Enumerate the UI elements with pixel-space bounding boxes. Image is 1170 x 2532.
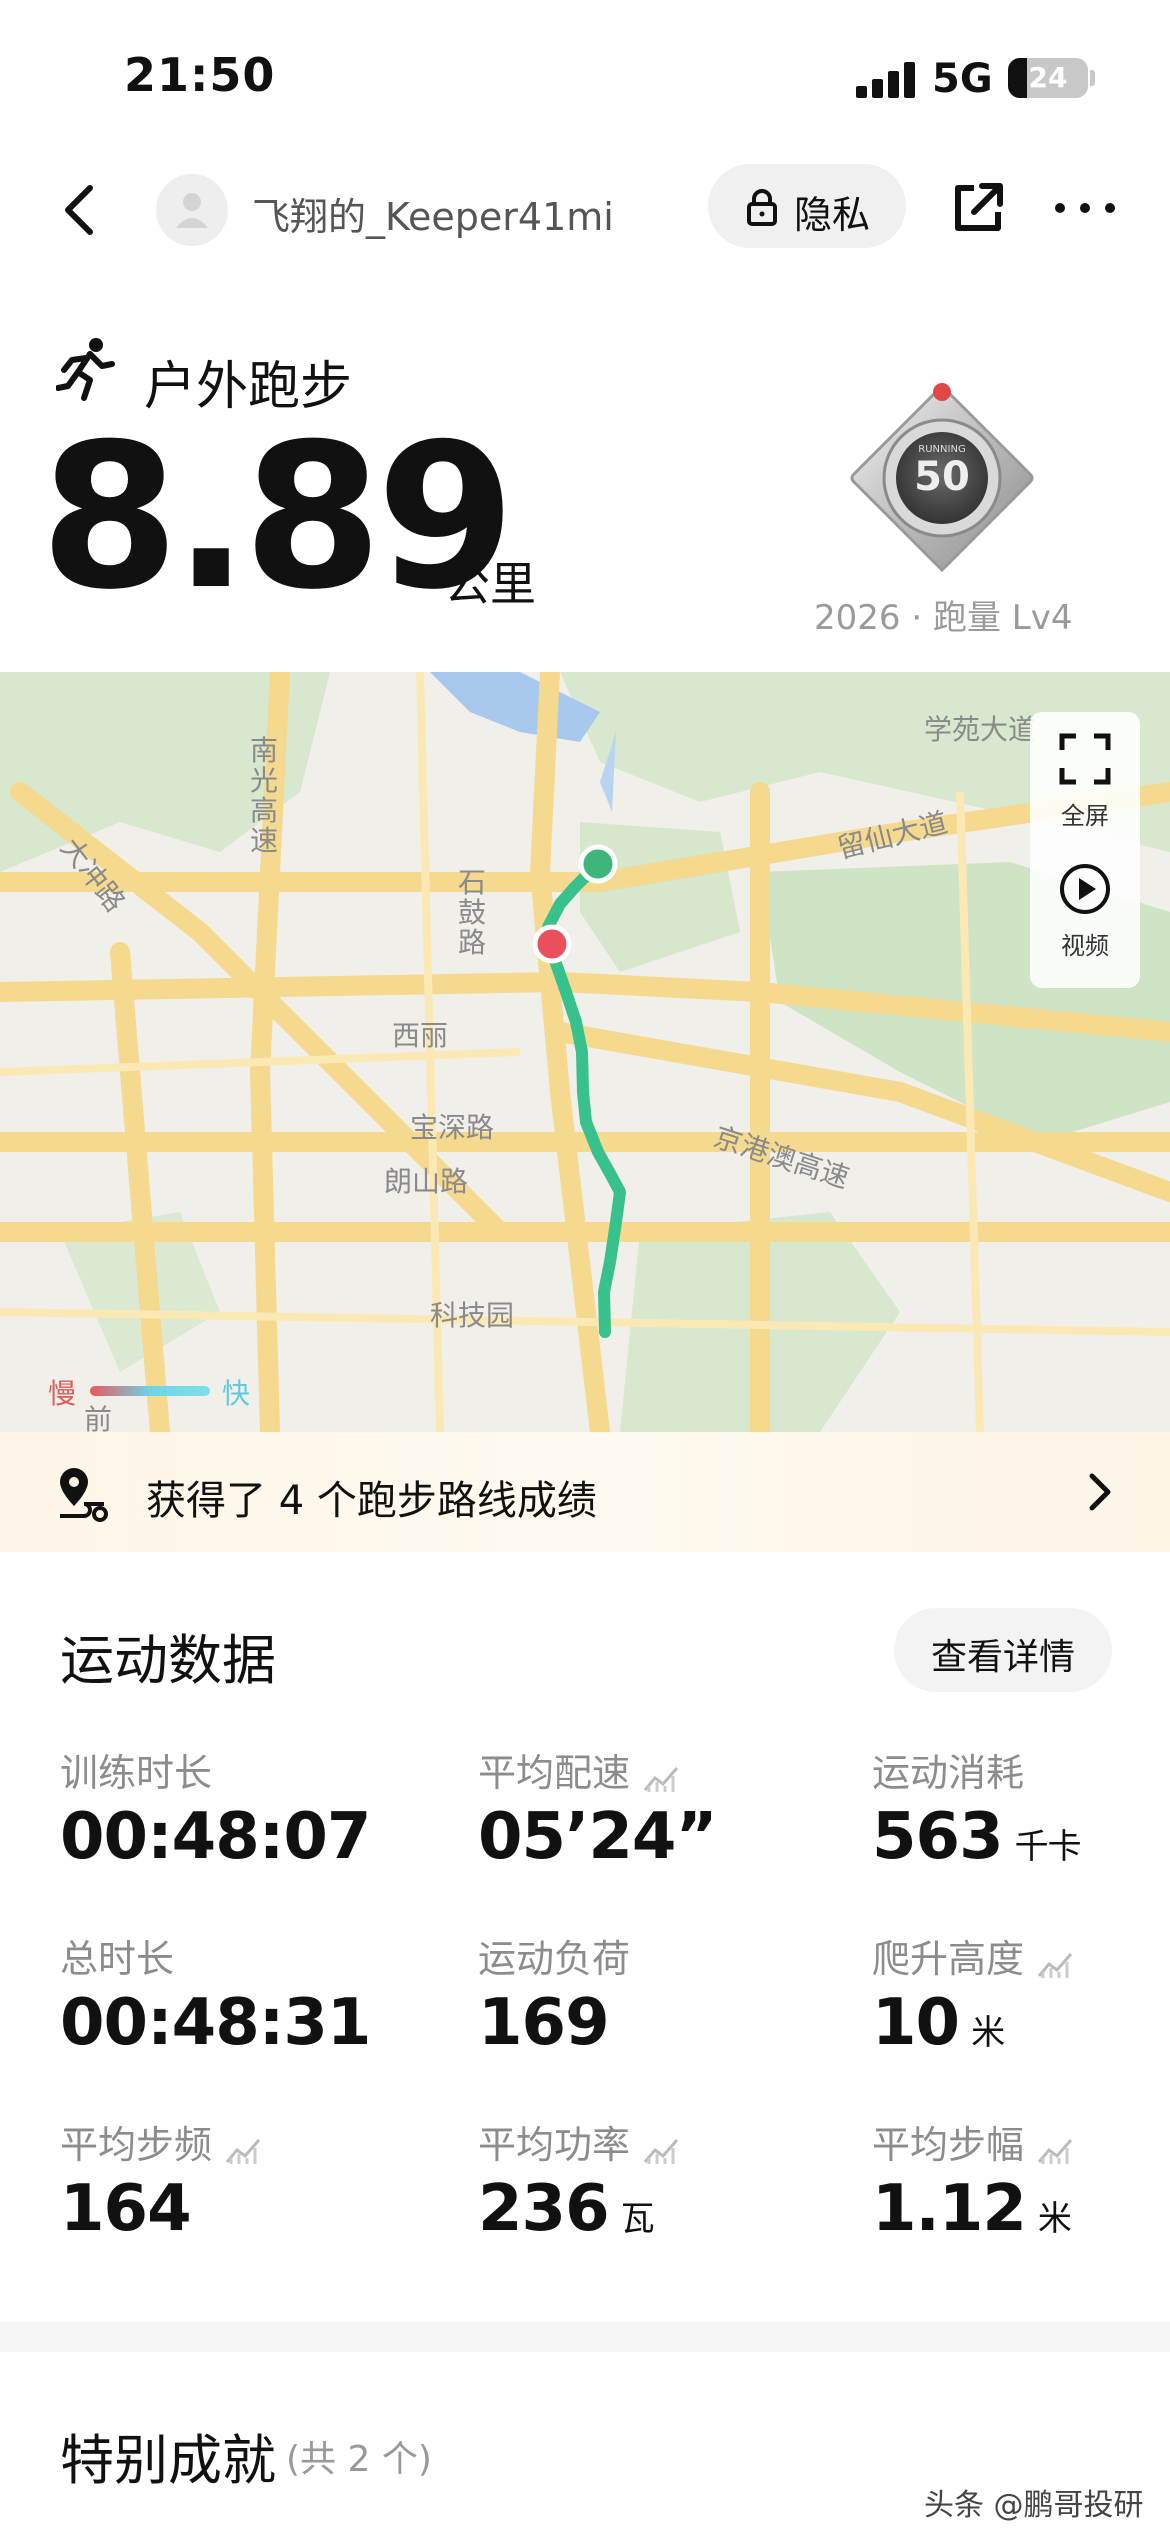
metric-training-time[interactable]: 训练时长 00:48:07	[60, 1742, 440, 1892]
running-icon	[56, 338, 115, 401]
battery-icon: 24	[1008, 58, 1088, 98]
start-marker	[578, 844, 618, 884]
map-label: 石鼓路	[458, 866, 487, 959]
metric-label: 训练时长	[60, 1751, 213, 1795]
metric-label: 爬升高度	[872, 1937, 1025, 1981]
network-type: 5G	[932, 56, 993, 102]
metric-avg-power[interactable]: 平均功率 236 瓦	[478, 2114, 858, 2264]
metric-value: 1.12 米	[872, 2172, 1072, 2246]
special-achievements-count: (共 2 个)	[286, 2439, 432, 2480]
avatar[interactable]	[156, 174, 228, 246]
sport-data-title: 运动数据	[60, 1629, 276, 1692]
metric-label: 总时长	[60, 1937, 175, 1981]
map-label: 学苑大道	[924, 713, 1037, 746]
metric-calories[interactable]: 运动消耗 563 千卡	[872, 1742, 1170, 1892]
trend-chart-icon	[1037, 2138, 1073, 2164]
fullscreen-label: 全屏	[1061, 802, 1109, 830]
nav-bar: 飞翔的_Keeper41mi 隐私	[0, 150, 1170, 270]
distance-unit: 公里	[444, 557, 536, 611]
special-achievements-section[interactable]: 特别成就 (共 2 个) 头条 @鹏哥投研	[0, 2352, 1170, 2532]
metric-value: 05’24”	[478, 1800, 717, 1874]
map-canvas	[0, 672, 1170, 1432]
metric-total-time[interactable]: 总时长 00:48:31	[60, 1928, 440, 2078]
map-label: 宝深路	[410, 1111, 495, 1144]
special-achievements-title: 特别成就	[60, 2429, 276, 2492]
metric-label: 平均功率	[478, 2123, 631, 2167]
metric-label: 平均步频	[60, 2123, 213, 2167]
map-label: 科技园	[430, 1299, 515, 1332]
metric-avg-pace[interactable]: 平均配速 05’24”	[478, 1742, 858, 1892]
battery-level: 24	[1028, 61, 1068, 94]
metric-value: 10 米	[872, 1986, 1005, 2060]
chevron-right-icon	[1089, 1473, 1111, 1511]
map-label: 西丽	[392, 1019, 449, 1052]
lock-icon	[747, 189, 777, 226]
status-bar: 21:50 5G 24	[0, 0, 1170, 150]
legend-fast: 快	[222, 1377, 251, 1410]
fullscreen-button[interactable]: 全屏	[1030, 712, 1140, 842]
share-icon[interactable]	[948, 178, 1008, 238]
back-icon[interactable]	[52, 180, 112, 240]
metric-elevation-gain[interactable]: 爬升高度 10 米	[872, 1928, 1170, 2078]
battery-tip	[1090, 70, 1095, 86]
metric-label: 运动消耗	[872, 1751, 1025, 1795]
metric-avg-cadence[interactable]: 平均步频 164	[60, 2114, 440, 2264]
metric-training-load[interactable]: 运动负荷 169	[478, 1928, 858, 2078]
metric-value: 236 瓦	[478, 2172, 655, 2246]
route-achievement-banner[interactable]: 获得了 4 个跑步路线成绩	[0, 1432, 1170, 1552]
metric-label: 运动负荷	[478, 1937, 631, 1981]
video-label: 视频	[1061, 932, 1109, 960]
trend-chart-icon	[225, 2138, 261, 2164]
badge-caption: 2026 · 跑量 Lv4	[814, 598, 1073, 638]
achievement-text: 获得了 4 个跑步路线成绩	[146, 1478, 597, 1524]
privacy-button[interactable]: 隐私	[708, 164, 906, 248]
map-controls: 全屏 视频	[1030, 712, 1140, 988]
more-icon[interactable]	[1050, 178, 1120, 238]
trend-chart-icon	[1037, 1952, 1073, 1978]
metric-label: 平均配速	[478, 1751, 631, 1795]
badge-number: 50	[914, 454, 970, 500]
route-icon	[60, 1468, 108, 1523]
metric-value: 00:48:31	[60, 1986, 371, 2060]
metric-label: 平均步幅	[872, 2123, 1025, 2167]
privacy-label: 隐私	[794, 193, 871, 237]
legend-gradient	[90, 1386, 210, 1396]
legend-slow: 慢	[48, 1377, 77, 1410]
watermark: 头条 @鹏哥投研	[924, 2488, 1144, 2523]
play-icon	[1060, 864, 1110, 914]
section-divider	[0, 2322, 1170, 2352]
end-marker	[532, 924, 572, 964]
metric-value: 00:48:07	[60, 1800, 371, 1874]
signal-icon	[856, 62, 916, 98]
route-map[interactable]: 学苑大道 留仙大道 南光高速 石鼓路 大冲路 西丽 宝深路 朗山路 京港澳高速 …	[0, 672, 1170, 1432]
medal-badge[interactable]: RUNNING 50	[842, 378, 1042, 578]
trend-chart-icon	[643, 1766, 679, 1792]
metric-value: 563 千卡	[872, 1800, 1082, 1874]
username[interactable]: 飞翔的_Keeper41mi	[252, 186, 614, 241]
view-details-label: 查看详情	[930, 1637, 1075, 1678]
distance-value: 8.89	[40, 401, 515, 634]
map-label: 南光高速	[250, 734, 279, 857]
sport-data-section: 运动数据 查看详情 训练时长 00:48:07 平均配速 05’24” 运动消耗…	[0, 1552, 1170, 2322]
metric-value: 169	[478, 1986, 610, 2060]
metric-avg-stride[interactable]: 平均步幅 1.12 米	[872, 2114, 1170, 2264]
metric-value: 164	[60, 2172, 192, 2246]
trend-chart-icon	[643, 2138, 679, 2164]
map-label: 前	[84, 1403, 113, 1432]
video-button[interactable]: 视频	[1030, 842, 1140, 972]
map-label: 朗山路	[384, 1165, 469, 1198]
user-icon	[176, 193, 208, 228]
fullscreen-icon	[1059, 733, 1111, 785]
view-details-button[interactable]: 查看详情	[894, 1608, 1112, 1692]
status-time: 21:50	[124, 48, 276, 102]
